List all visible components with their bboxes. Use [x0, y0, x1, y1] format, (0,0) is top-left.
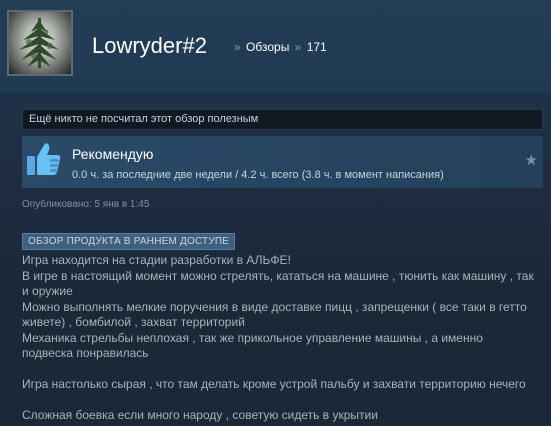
profile-header: Lowryder#2 » Обзоры » 171 [0, 0, 551, 93]
breadcrumb-reviews-link[interactable]: Обзоры [246, 40, 289, 54]
posted-date: Опубликовано: 5 янв в 1:45 [22, 199, 150, 210]
review-line: Игра находится на стадии разработки в АЛ… [22, 253, 291, 267]
breadcrumb-separator: » [234, 40, 241, 54]
review-line: Сложная боевка если много народу , совет… [22, 408, 378, 422]
recommendation-title: Рекомендую [72, 146, 154, 162]
playtime-hours: 0.0 ч. за последние две недели / 4.2 ч. … [72, 169, 444, 181]
avatar-image [9, 12, 71, 74]
review-line: Механика стрельбы неплохая , так же прик… [22, 330, 483, 361]
breadcrumb-game-link[interactable]: 171 [307, 40, 327, 54]
star-icon[interactable]: ★ [525, 151, 538, 169]
review-line [22, 362, 537, 378]
review-content: Ещё никто не посчитал этот обзор полезны… [0, 93, 551, 426]
early-access-badge: ОБЗОР ПРОДУКТА В РАННЕМ ДОСТУПЕ [22, 233, 236, 250]
review-body: Игра находится на стадии разработки в АЛ… [22, 253, 537, 424]
review-line: Можно выполнять мелкие поручения в виде … [22, 299, 527, 330]
thumbs-up-icon [27, 143, 61, 175]
breadcrumb: » Обзоры » 171 [232, 40, 327, 54]
helpful-notice: Ещё никто не посчитал этот обзор полезны… [22, 109, 543, 130]
recommendation-box: Рекомендую 0.0 ч. за последние две недел… [22, 136, 543, 188]
avatar[interactable] [7, 10, 73, 76]
breadcrumb-separator: » [294, 40, 302, 54]
profile-name[interactable]: Lowryder#2 [92, 33, 207, 59]
review-line: Игра настолько сырая , что там делать кр… [22, 377, 526, 391]
review-line: В игре в настоящий момент можно стрелять… [22, 268, 534, 299]
review-line [22, 393, 537, 409]
plant-icon [19, 18, 59, 68]
